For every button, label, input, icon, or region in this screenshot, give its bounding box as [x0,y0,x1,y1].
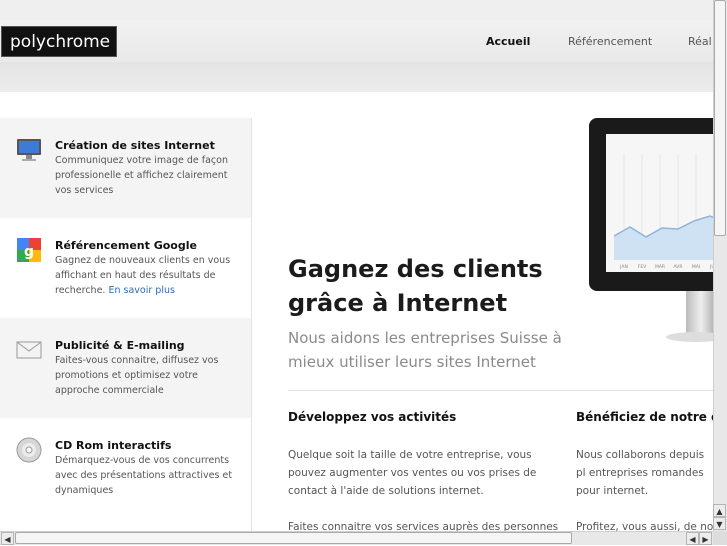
service-desc: Faites-vous connaitre, diffusez vos prom… [55,355,219,396]
page-viewport: polychrome Accueil Référencement Réal Cr… [0,0,713,531]
svg-text:g: g [24,244,34,260]
google-icon: g [17,238,41,262]
chart-month-label: AVR [674,264,683,270]
service-title: Référencement Google [55,239,197,252]
chart-area [614,216,713,260]
scrollbar-corner [713,531,727,545]
en-savoir-plus-link[interactable]: En savoir plus [108,285,174,296]
top-band [0,0,713,20]
header-subband [0,62,713,92]
chart-month-label: MAR [655,264,665,270]
chart-month-label: MAI [692,264,700,270]
scroll-right-button[interactable]: ▶ [699,532,712,545]
service-item-creation[interactable]: Création de sites Internet Communiquez v… [0,118,251,218]
service-title: Publicité & E-mailing [55,339,185,352]
scroll-left-button[interactable]: ◀ [1,532,14,545]
column-text: Nous collaborons depuis pl entreprises r… [576,449,705,497]
monitor-stand-base [666,332,713,342]
service-item-referencement[interactable]: g Référencement Google Gagnez de nouveau… [0,218,251,318]
column-title: Bénéficiez de notre ex [576,410,713,424]
hero-title: Gagnez des clients grâce à Internet [288,255,543,317]
service-item-cdrom[interactable]: CD Rom interactifs Démarquez-vous de vos… [0,418,251,518]
column-text: Quelque soit la taille de votre entrepri… [288,449,537,497]
service-title: Création de sites Internet [55,139,215,152]
service-item-publicite[interactable]: Publicité & E-mailing Faites-vous connai… [0,318,251,418]
service-desc: Gagnez de nouveaux clients en vous affic… [55,253,240,298]
monitor-stand [686,291,713,337]
nav-realisations[interactable]: Réal [688,35,712,48]
hero-subtitle: Nous aidons les entreprises Suisse à mie… [288,329,562,371]
service-desc: Communiquez votre image de façon profess… [55,155,228,196]
scroll-up-button[interactable]: ▲ [713,504,726,517]
column-text-2: Profitez, vous aussi, de notr [576,521,713,531]
scroll-left-button-end[interactable]: ◀ [686,532,699,545]
services-sidebar: Création de sites Internet Communiquez v… [0,118,252,531]
envelope-icon [16,341,42,359]
service-desc: Démarquez-vous de vos concurrents avec d… [55,455,233,496]
cd-icon [16,437,42,463]
service-title: CD Rom interactifs [55,439,172,452]
chart-month-label: JAN [619,264,628,270]
nav-accueil[interactable]: Accueil [486,35,530,48]
nav-referencement[interactable]: Référencement [568,35,652,48]
vertical-scroll-thumb[interactable] [714,0,726,236]
scroll-down-button[interactable]: ▼ [713,517,726,530]
section-divider [288,390,713,391]
column-text-2: Faites connaitre vos services auprès des… [288,521,559,531]
site-logo[interactable]: polychrome [1,26,117,57]
monitor-icon [17,139,41,161]
chart-month-label: FEV [638,264,647,270]
column-title: Développez vos activités [288,410,457,424]
horizontal-scroll-thumb[interactable] [15,532,572,544]
chart-month-labels: JANFEVMARAVRMAIJUN [619,264,713,270]
monitor-chart: JANFEVMARAVRMAIJUN [606,134,713,272]
